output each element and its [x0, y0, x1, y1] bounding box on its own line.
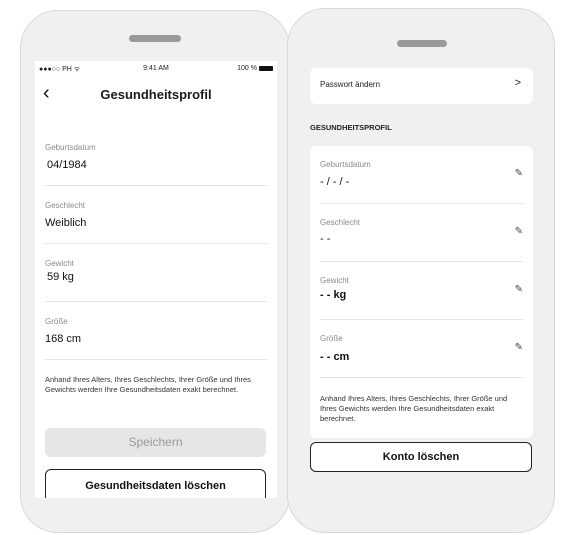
health-profile-card: Geburtsdatum - / - / - ✎ Geschlecht - - …	[310, 146, 533, 438]
divider	[320, 261, 523, 262]
status-bar: ●●●○○ PH ᯤ 9:41 AM 100 %	[35, 65, 277, 75]
weight-field[interactable]: Gewicht - - kg ✎	[320, 274, 523, 324]
battery-icon	[259, 65, 273, 71]
gender-value: Weiblich	[45, 217, 87, 229]
weight-value: - - kg	[320, 289, 347, 301]
birthdate-value: 04/1984	[47, 159, 87, 171]
height-field[interactable]: Größe - - cm ✎	[320, 332, 523, 382]
battery-status: 100 %	[237, 65, 273, 72]
divider	[45, 185, 267, 186]
height-value: - - cm	[320, 351, 350, 363]
birthdate-field[interactable]: Geburtsdatum 04/1984	[45, 141, 267, 191]
weight-field[interactable]: Gewicht 59 kg	[45, 257, 267, 307]
divider	[320, 319, 523, 320]
password-row[interactable]: Passwort ändern >	[310, 68, 533, 104]
height-value: 168 cm	[45, 333, 82, 345]
speaker-grille	[129, 35, 181, 42]
battery-label: 100 %	[237, 65, 257, 72]
birthdate-field[interactable]: Geburtsdatum - / - / - ✎	[320, 158, 523, 208]
right-phone-screen: Passwort ändern > GESUNDHEITSPROFIL Gebu…	[299, 68, 544, 497]
pencil-icon[interactable]: ✎	[515, 342, 523, 353]
divider	[45, 243, 267, 244]
pencil-icon[interactable]: ✎	[515, 226, 523, 237]
gender-label: Geschlecht	[45, 201, 86, 210]
height-label: Größe	[45, 317, 68, 326]
divider	[45, 301, 267, 302]
info-text: Anhand Ihres Alters, Ihres Geschlechts, …	[45, 375, 251, 394]
divider	[320, 203, 523, 204]
delete-account-button[interactable]: Konto löschen	[310, 442, 532, 472]
birthdate-value: - / - / -	[320, 176, 350, 188]
pencil-icon[interactable]: ✎	[515, 284, 523, 295]
divider	[320, 377, 523, 378]
chevron-right-icon: >	[514, 77, 521, 89]
birthdate-label: Geburtsdatum	[45, 143, 96, 152]
weight-value: 59 kg	[47, 271, 74, 283]
gender-field[interactable]: Geschlecht Weiblich	[45, 199, 267, 249]
info-text: Anhand Ihres Alters, Ihres Geschlechts, …	[320, 394, 508, 423]
birthdate-label: Geburtsdatum	[320, 160, 371, 169]
section-title: GESUNDHEITSPROFIL	[310, 123, 392, 132]
left-phone-screen: ●●●○○ PH ᯤ 9:41 AM 100 % ‹ Gesundheitspr…	[35, 61, 277, 498]
gender-field[interactable]: Geschlecht - - ✎	[320, 216, 523, 266]
delete-health-data-button[interactable]: Gesundheitsdaten löschen	[45, 469, 266, 498]
save-button[interactable]: Speichern	[45, 428, 266, 457]
right-phone-frame: Passwort ändern > GESUNDHEITSPROFIL Gebu…	[287, 8, 555, 533]
nav-bar: ‹ Gesundheitsprofil	[35, 83, 277, 107]
weight-label: Gewicht	[45, 259, 74, 268]
weight-label: Gewicht	[320, 276, 349, 285]
gender-value: - -	[320, 233, 331, 245]
left-phone-frame: ●●●○○ PH ᯤ 9:41 AM 100 % ‹ Gesundheitspr…	[20, 10, 290, 533]
gender-label: Geschlecht	[320, 218, 361, 227]
height-field[interactable]: Größe 168 cm	[45, 315, 267, 365]
height-label: Größe	[320, 334, 343, 343]
speaker-grille	[397, 40, 447, 47]
pencil-icon[interactable]: ✎	[515, 168, 523, 179]
password-row-label: Passwort ändern	[320, 80, 381, 89]
page-title: Gesundheitsprofil	[100, 87, 212, 102]
divider	[45, 359, 267, 360]
